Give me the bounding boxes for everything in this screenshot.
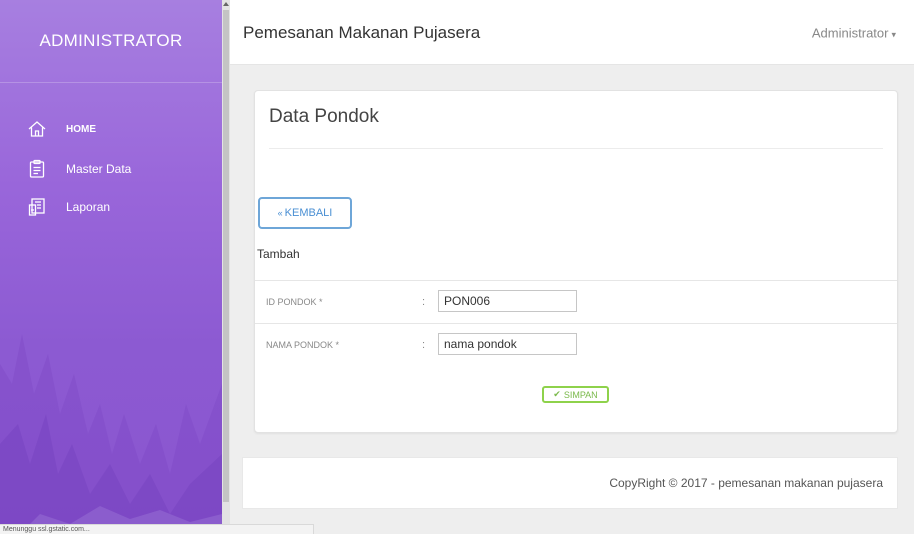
footer: CopyRight © 2017 - pemesanan makanan puj… — [242, 457, 898, 509]
report-icon — [26, 196, 48, 218]
app-title[interactable]: Pemesanan Makanan Pujasera — [243, 23, 480, 43]
forest-background — [0, 334, 222, 534]
scrollbar-thumb[interactable] — [223, 10, 229, 502]
form-row-id-pondok: ID PONDOK * : PON006 — [255, 280, 897, 323]
nama-pondok-input[interactable]: nama pondok — [438, 333, 577, 355]
sidebar-item-label: Master Data — [66, 162, 132, 176]
caret-down-icon: ▾ — [891, 29, 896, 40]
field-label: ID PONDOK * — [266, 297, 323, 307]
sidebar-item-home[interactable]: HOME — [0, 108, 222, 150]
sidebar-item-label: Laporan — [66, 200, 111, 214]
divider — [269, 148, 883, 149]
id-pondok-input[interactable]: PON006 — [438, 290, 577, 312]
double-left-icon: « — [277, 208, 283, 218]
user-menu[interactable]: Administrator ▾ — [812, 26, 896, 41]
form-subtitle: Tambah — [257, 247, 300, 261]
sidebar-brand[interactable]: ADMINISTRATOR — [0, 0, 222, 83]
copyright-text: CopyRight © 2017 - pemesanan makanan puj… — [609, 476, 883, 490]
field-label: NAMA PONDOK * — [266, 340, 340, 350]
clipboard-icon — [26, 158, 48, 180]
scroll-up-icon[interactable] — [223, 2, 229, 6]
check-icon: ✔ — [553, 389, 561, 399]
sidebar-item-laporan[interactable]: Laporan — [0, 186, 222, 228]
data-pondok-panel: Data Pondok « KEMBALI Tambah ID PONDOK *… — [254, 90, 898, 433]
sidebar: ADMINISTRATOR HOME Master Data Laporan — [0, 0, 222, 534]
back-button-label: KEMBALI — [284, 207, 333, 219]
save-button-label: SIMPAN — [563, 389, 598, 400]
field-colon: : — [422, 339, 426, 351]
page-title: Data Pondok — [269, 106, 379, 127]
form-row-nama-pondok: NAMA PONDOK * : nama pondok — [255, 323, 897, 366]
home-icon — [26, 118, 48, 140]
sidebar-item-label: HOME — [66, 123, 96, 135]
field-colon: : — [422, 296, 426, 308]
browser-status-bar: Menunggu ssl.gstatic.com... — [0, 524, 314, 534]
sidebar-nav: HOME Master Data Laporan — [0, 108, 222, 228]
save-button[interactable]: ✔ SIMPAN — [542, 386, 609, 403]
sidebar-item-master-data[interactable]: Master Data — [0, 148, 222, 190]
top-navbar: Pemesanan Makanan Pujasera Administrator… — [230, 0, 914, 65]
sidebar-scrollbar[interactable] — [222, 0, 230, 534]
back-button[interactable]: « KEMBALI — [258, 197, 352, 229]
user-name: Administrator — [811, 25, 889, 41]
